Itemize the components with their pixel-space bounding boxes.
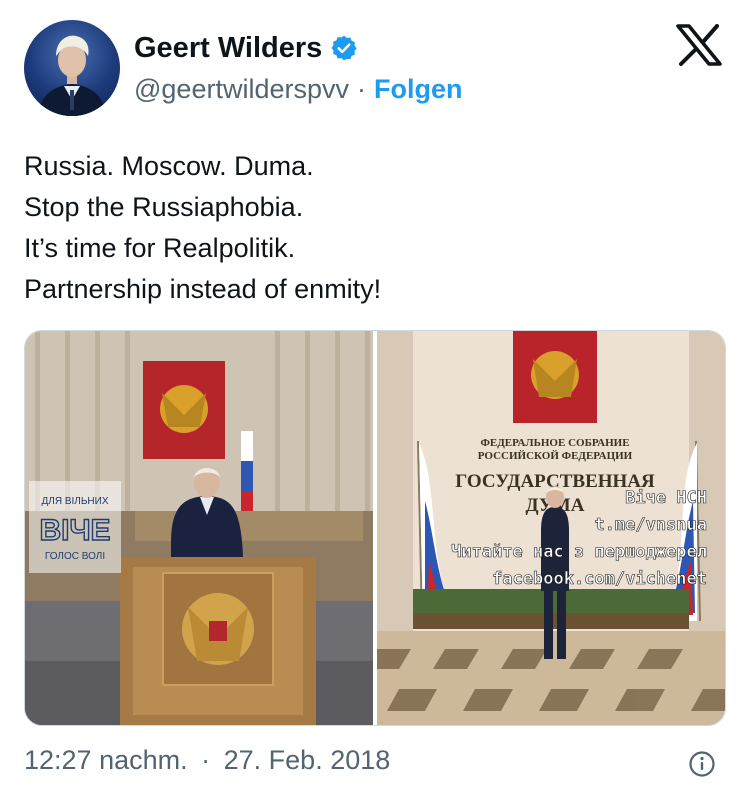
overlay-line4: facebook.com/vichenet (492, 569, 707, 589)
follow-button[interactable]: Folgen (374, 74, 463, 105)
info-icon[interactable] (688, 750, 716, 778)
tweet-timestamp[interactable]: 12:27 nachm. · 27. Feb. 2018 (24, 745, 396, 776)
verified-badge-icon (331, 35, 357, 61)
tweet-line: Partnership instead of enmity! (24, 274, 382, 304)
separator-dot: · (357, 74, 366, 104)
profile-avatar[interactable] (24, 20, 120, 116)
tweet-header: Geert Wilders @geertwilderspvv · Folgen (0, 0, 743, 130)
photo-duma-sign[interactable]: ФЕДЕРАЛЬНОЕ СОБРАНИЕ РОССИЙСКОЙ ФЕДЕРАЦИ… (377, 331, 725, 725)
tweet-media: ДЛЯ ВІЛЬНИХ ВІЧЕ ГОЛОС ВОЛІ ФЕДЕРАЛЬНОЕ … (24, 330, 726, 726)
date-text: 27. Feb. 2018 (223, 745, 391, 775)
display-name[interactable]: Geert Wilders (134, 32, 322, 65)
tweet-line: It’s time for Realpolitik. (24, 233, 296, 263)
handle-row: @geertwilderspvv · Folgen (134, 74, 463, 105)
overlay-line3: Читайте нас з першоджерел (451, 542, 707, 562)
watermark-bottom-text: ГОЛОС ВОЛІ (45, 551, 105, 562)
photo-duma-podium[interactable]: ДЛЯ ВІЛЬНИХ ВІЧЕ ГОЛОС ВОЛІ (25, 331, 373, 725)
sign-line1: ФЕДЕРАЛЬНОЕ СОБРАНИЕ (480, 437, 629, 449)
tweet-line: Stop the Russiaphobia. (24, 192, 304, 222)
sign-line2: РОССИЙСКОЙ ФЕДЕРАЦИИ (478, 450, 633, 462)
user-handle[interactable]: @geertwilderspvv (134, 74, 349, 105)
tweet-text: Russia. Moscow. Duma. Stop the Russiapho… (24, 146, 724, 310)
name-row: Geert Wilders (134, 28, 358, 68)
duma-sign-image: ФЕДЕРАЛЬНОЕ СОБРАНИЕ РОССИЙСКОЙ ФЕДЕРАЦИ… (377, 331, 725, 725)
watermark-top-text: ДЛЯ ВІЛЬНИХ (42, 496, 109, 507)
avatar-portrait (38, 35, 106, 116)
x-logo-icon[interactable] (676, 24, 722, 66)
watermark-logo-text: ВІЧЕ (39, 514, 110, 547)
overlay-line1: Віче НСН (625, 488, 707, 508)
time-text: 12:27 nachm. (24, 745, 188, 775)
overlay-line2: t.me/vnsnua (594, 515, 707, 535)
tweet-line: Russia. Moscow. Duma. (24, 151, 314, 181)
footer-separator: · (201, 745, 211, 775)
duma-podium-image: ДЛЯ ВІЛЬНИХ ВІЧЕ ГОЛОС ВОЛІ (25, 331, 373, 725)
